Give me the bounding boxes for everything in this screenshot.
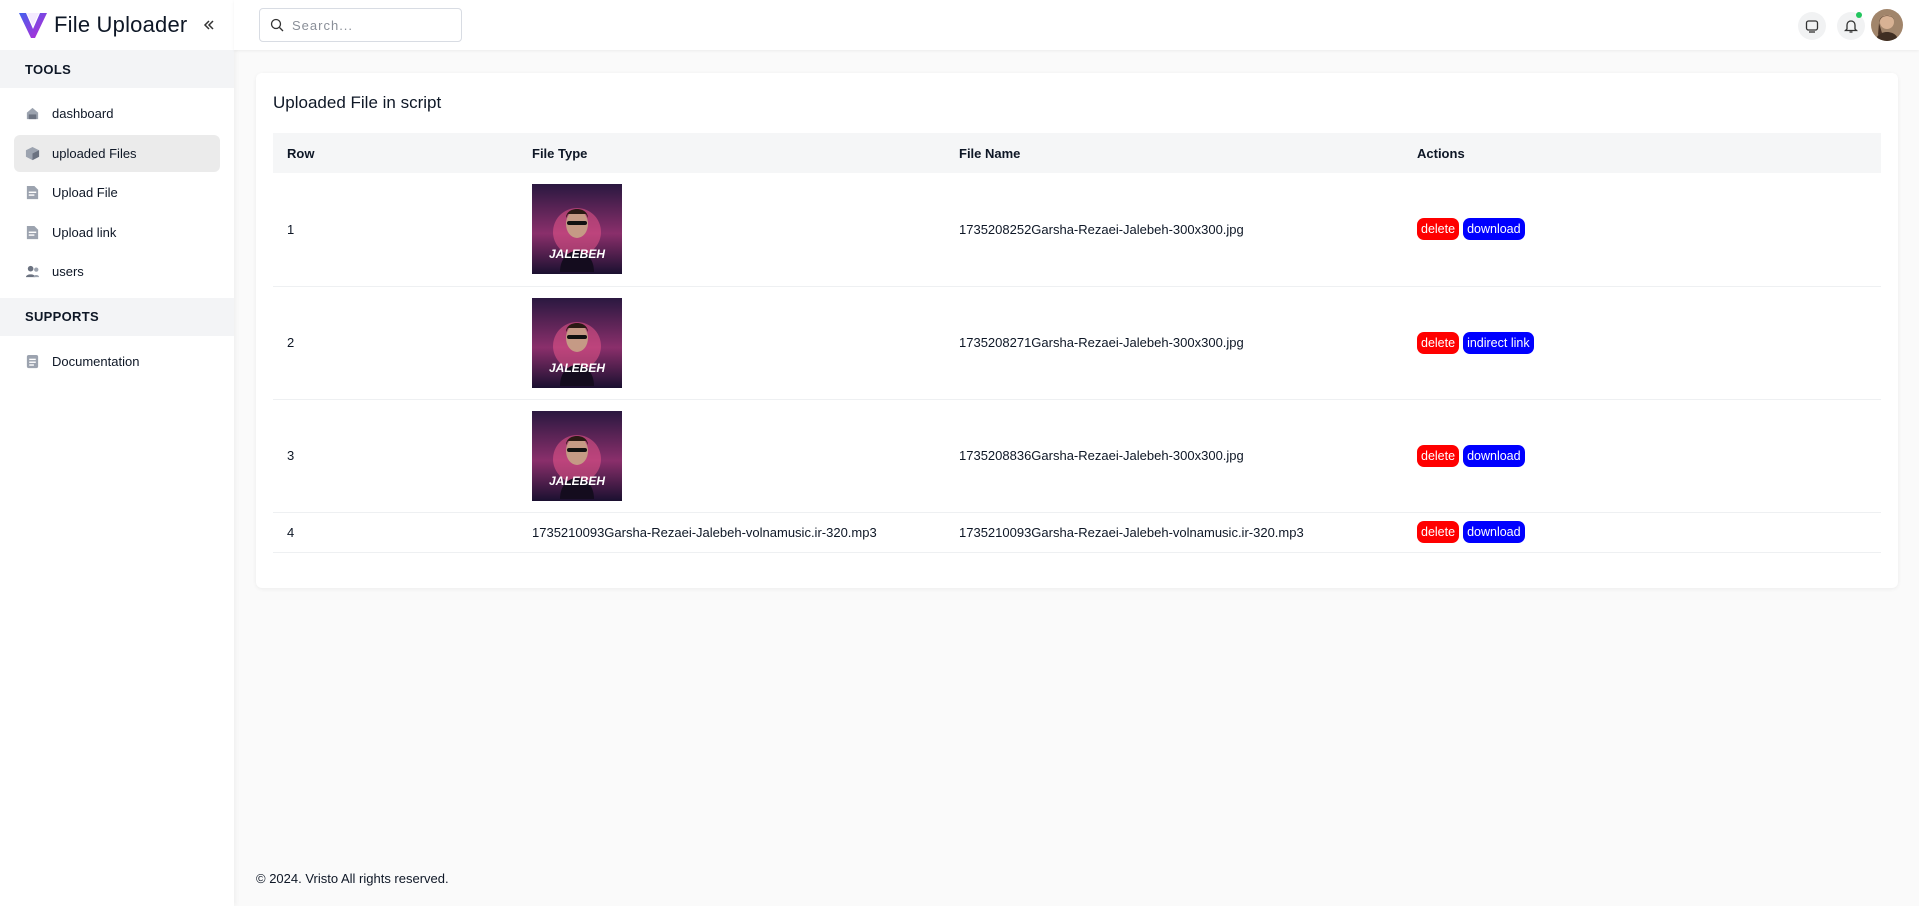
file-thumbnail[interactable]: JALEBEH	[532, 297, 622, 388]
search-input[interactable]	[292, 17, 452, 33]
row-number: 4	[273, 512, 532, 553]
sidebar-item-upload-link[interactable]: Upload link	[14, 214, 220, 251]
column-header-file-type: File Type	[532, 145, 588, 161]
file-icon	[24, 185, 40, 201]
sidebar-item-upload-file[interactable]: Upload File	[14, 174, 220, 211]
sidebar-item-label: Upload File	[52, 185, 118, 200]
sidebar-item-label: users	[52, 264, 84, 279]
column-header-file-name: File Name	[959, 145, 1021, 161]
page-title: Uploaded File in script	[273, 93, 442, 112]
app-title: File Uploader	[54, 12, 188, 37]
sidebar-item-label: uploaded Files	[52, 145, 137, 161]
tools-nav: dashboard uploaded Files Upload File Upl…	[0, 88, 234, 298]
delete-button[interactable]: delete	[1417, 444, 1460, 467]
table-row: 3 JALEBEH 1735208836Garsha-Rezaei-Jalebe…	[273, 399, 1881, 513]
file-link-icon	[24, 224, 40, 240]
files-table: Row File Type File Name Actions 1 JALEBE…	[273, 133, 1881, 553]
file-name-cell: 1735208836Garsha-Rezaei-Jalebeh-300x300.…	[959, 399, 1417, 513]
tools-heading: TOOLS	[0, 50, 234, 88]
brand: File Uploader	[0, 0, 234, 50]
file-type-cell: JALEBEH	[532, 286, 959, 400]
row-number: 2	[273, 286, 532, 400]
column-header-actions: Actions	[1417, 145, 1465, 161]
user-avatar[interactable]	[1871, 9, 1903, 41]
footer-copyright: © 2024. Vristo All rights reserved.	[256, 871, 449, 886]
thumbnail-title: JALEBEH	[549, 474, 605, 488]
file-name-cell: 1735208271Garsha-Rezaei-Jalebeh-300x300.…	[959, 286, 1417, 400]
file-type-cell: JALEBEH	[532, 399, 959, 513]
download-button[interactable]: download	[1463, 218, 1525, 241]
download-button[interactable]: download	[1463, 521, 1525, 543]
file-name-cell: 1735210093Garsha-Rezaei-Jalebeh-volnamus…	[959, 512, 1417, 553]
search-icon	[270, 18, 284, 32]
sidebar-item-label: Documentation	[52, 353, 140, 369]
sidebar-item-users[interactable]: users	[14, 253, 220, 290]
delete-button[interactable]: delete	[1417, 218, 1460, 241]
row-number: 1	[273, 173, 532, 287]
table-row: 1 JALEBEH 1735208252Garsha-Rezaei-Jalebe…	[273, 173, 1881, 287]
thumbnail-title: JALEBEH	[549, 247, 605, 261]
home-icon	[24, 106, 40, 122]
actions-cell: delete download	[1417, 512, 1881, 553]
bell-icon	[1844, 19, 1858, 33]
theme-toggle-button[interactable]	[1798, 12, 1826, 40]
online-indicator	[1856, 12, 1862, 18]
collapse-sidebar-icon[interactable]	[200, 16, 218, 34]
download-button[interactable]: download	[1463, 444, 1525, 467]
document-icon	[24, 353, 40, 369]
table-row: 2 JALEBEH 1735208271Garsha-Rezaei-Jalebe…	[273, 286, 1881, 400]
file-thumbnail[interactable]: JALEBEH	[532, 410, 622, 501]
thumbnail-title: JALEBEH	[549, 361, 605, 375]
sidebar: File Uploader TOOLS dashboard uploaded F…	[0, 0, 234, 906]
column-header-row: Row	[287, 145, 315, 161]
sidebar-item-label: dashboard	[52, 106, 114, 121]
notifications-button[interactable]	[1837, 12, 1865, 40]
row-number: 3	[273, 399, 532, 513]
actions-cell: delete download	[1417, 399, 1881, 513]
file-type-cell: 1735210093Garsha-Rezaei-Jalebeh-volnamus…	[532, 512, 959, 553]
users-icon	[24, 264, 40, 280]
sidebar-item-uploaded-files[interactable]: uploaded Files	[14, 134, 220, 172]
table-header-row: Row File Type File Name Actions	[273, 133, 1881, 173]
table-row: 4 1735210093Garsha-Rezaei-Jalebeh-volnam…	[273, 512, 1881, 553]
top-header	[234, 0, 1919, 50]
delete-button[interactable]: delete	[1417, 521, 1460, 543]
file-name-cell: 1735208252Garsha-Rezaei-Jalebeh-300x300.…	[959, 173, 1417, 287]
actions-cell: delete download	[1417, 173, 1881, 287]
monitor-icon	[1805, 20, 1819, 33]
sidebar-item-label: Upload link	[52, 224, 117, 240]
actions-cell: delete indirect link	[1417, 286, 1881, 400]
sidebar-item-dashboard[interactable]: dashboard	[14, 95, 220, 132]
supports-nav: Documentation	[0, 336, 234, 388]
logo-icon[interactable]	[18, 11, 48, 39]
supports-heading: SUPPORTS	[0, 297, 234, 336]
box-icon	[24, 145, 40, 161]
sidebar-item-documentation[interactable]: Documentation	[14, 343, 220, 380]
file-thumbnail[interactable]: JALEBEH	[532, 184, 622, 275]
file-type-cell: JALEBEH	[532, 173, 959, 287]
delete-button[interactable]: delete	[1417, 331, 1460, 354]
uploaded-files-panel: Uploaded File in script Row File Type Fi…	[256, 73, 1898, 588]
indirect-link-button[interactable]: indirect link	[1463, 331, 1534, 354]
search-box[interactable]	[259, 8, 462, 42]
